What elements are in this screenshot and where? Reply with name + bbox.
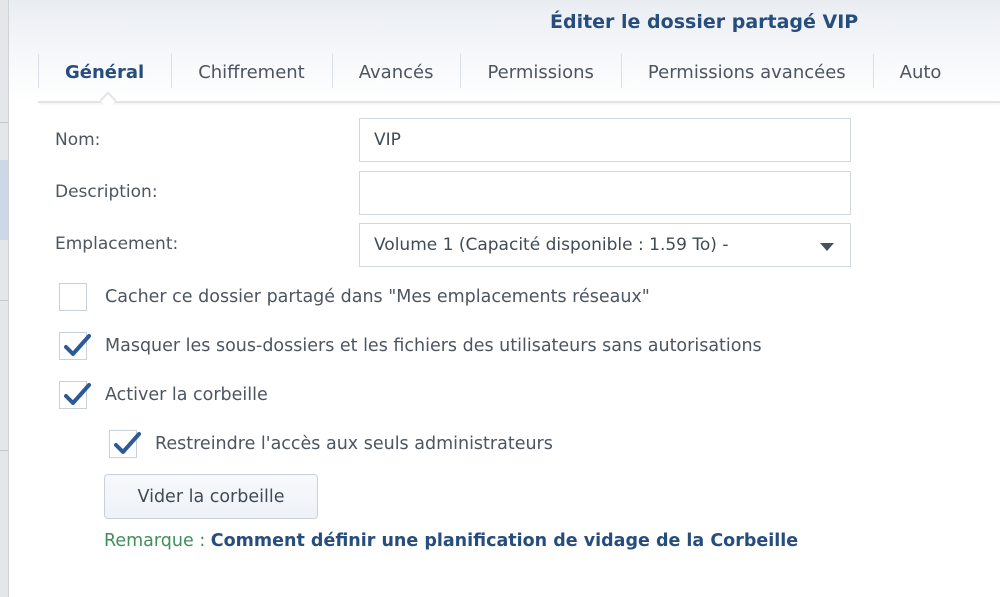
dropdown-arrow-icon[interactable]	[820, 243, 834, 251]
note-label: Remarque :	[104, 531, 211, 551]
location-select[interactable]: Volume 1 (Capacité disponible : 1.59 To)…	[359, 223, 851, 267]
tab-advanced[interactable]: Avancés	[331, 52, 461, 92]
checkbox-hide-subfolders[interactable]: Masquer les sous-dossiers et les fichier…	[59, 332, 762, 360]
checkmark-icon	[64, 383, 91, 405]
dialog-title: Éditer le dossier partagé VIP	[550, 11, 859, 33]
tab-advanced-permissions[interactable]: Permissions avancées	[620, 52, 873, 92]
description-input[interactable]	[359, 171, 851, 215]
tab-auto[interactable]: Auto	[872, 52, 969, 92]
checkbox-box[interactable]	[59, 332, 91, 360]
checkbox-label: Masquer les sous-dossiers et les fichier…	[105, 336, 762, 356]
checkbox-label: Cacher ce dossier partagé dans "Mes empl…	[105, 287, 650, 307]
tab-underline	[38, 101, 1000, 103]
name-label: Nom:	[55, 130, 101, 150]
checkbox-hide-network-places[interactable]: Cacher ce dossier partagé dans "Mes empl…	[59, 283, 650, 311]
empty-recycle-bin-button[interactable]: Vider la corbeille	[104, 474, 318, 519]
checkbox-box[interactable]	[59, 381, 91, 409]
checkbox-restrict-admins[interactable]: Restreindre l'accès aux seuls administra…	[109, 430, 553, 458]
description-label: Description:	[55, 182, 158, 202]
checkbox-box[interactable]	[109, 430, 141, 458]
location-select-value: Volume 1 (Capacité disponible : 1.59 To)…	[374, 235, 729, 255]
tab-permissions[interactable]: Permissions	[460, 52, 620, 92]
note: Remarque : Comment définir une planifica…	[104, 531, 798, 551]
checkmark-icon	[64, 334, 91, 356]
location-label: Emplacement:	[55, 234, 179, 254]
name-input[interactable]	[359, 118, 851, 162]
tab-bar: Général Chiffrement Avancés Permissions …	[38, 52, 1000, 92]
tab-general[interactable]: Général	[38, 52, 171, 92]
checkbox-enable-recycle-bin[interactable]: Activer la corbeille	[59, 381, 268, 409]
schedule-help-link[interactable]: Comment définir une planification de vid…	[211, 531, 798, 551]
checkbox-label: Restreindre l'accès aux seuls administra…	[155, 434, 553, 454]
checkbox-label: Activer la corbeille	[105, 385, 268, 405]
checkbox-box[interactable]	[59, 283, 87, 311]
checkmark-icon	[114, 432, 141, 454]
tab-encryption[interactable]: Chiffrement	[171, 52, 332, 92]
background-window-edge	[0, 0, 9, 597]
